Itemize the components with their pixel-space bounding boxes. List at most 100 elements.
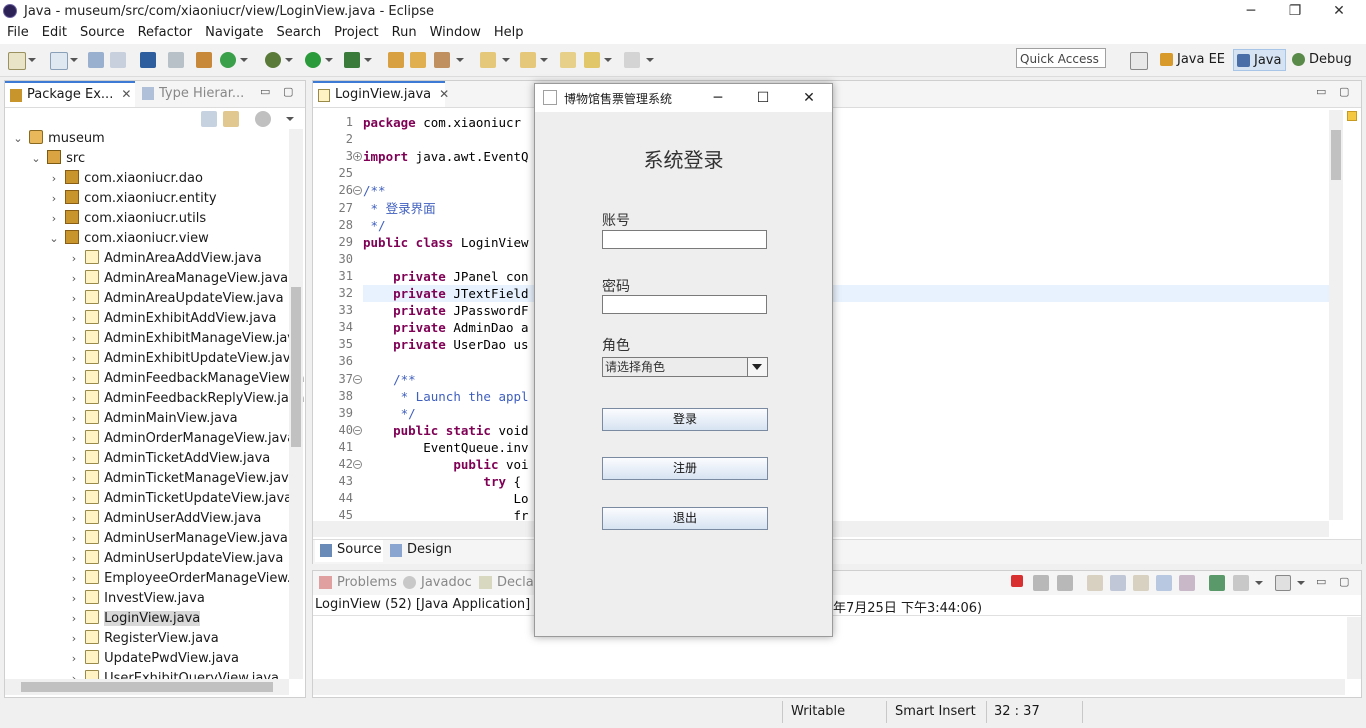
chevron-down-icon[interactable]: ⌄ bbox=[47, 229, 61, 249]
code-line[interactable]: private JPanel con bbox=[363, 268, 528, 285]
maximize-view-icon[interactable]: ▢ bbox=[283, 85, 293, 98]
forward-icon[interactable] bbox=[624, 52, 640, 68]
clear-console-icon[interactable] bbox=[1087, 575, 1103, 591]
console-vertical-scrollbar[interactable] bbox=[1347, 617, 1361, 679]
tree-file[interactable]: › AdminAreaAddView.java bbox=[67, 249, 262, 269]
debug-dropdown-icon[interactable] bbox=[285, 58, 293, 62]
back-icon[interactable] bbox=[584, 52, 600, 68]
tab-javadoc[interactable]: Javadoc bbox=[401, 571, 472, 595]
display-console-icon[interactable] bbox=[1233, 575, 1249, 591]
chevron-right-icon[interactable]: › bbox=[47, 189, 61, 209]
tab-problems[interactable]: Problems bbox=[317, 571, 397, 595]
collapse-all-icon[interactable] bbox=[201, 111, 217, 127]
package-icon[interactable] bbox=[196, 52, 212, 68]
last-edit-icon[interactable] bbox=[560, 52, 576, 68]
code-line[interactable]: public static void bbox=[363, 422, 528, 439]
next-annotation-icon[interactable] bbox=[480, 52, 496, 68]
login-button[interactable]: 登录 bbox=[602, 408, 768, 431]
remove-launch-icon[interactable] bbox=[1033, 575, 1049, 591]
new-icon[interactable] bbox=[8, 52, 26, 70]
code-line[interactable]: /** bbox=[363, 182, 386, 199]
menu-source[interactable]: Source bbox=[73, 24, 131, 42]
password-input[interactable] bbox=[602, 295, 767, 314]
new-java-dropdown-icon[interactable] bbox=[70, 58, 78, 62]
chevron-right-icon[interactable]: › bbox=[67, 529, 81, 549]
prev-annotation-icon[interactable] bbox=[520, 52, 536, 68]
tree-file[interactable]: › AdminFeedbackManageView.ja bbox=[67, 369, 305, 389]
fold-toggle-icon[interactable]: − bbox=[353, 425, 362, 435]
explorer-vertical-scrollbar[interactable] bbox=[289, 129, 303, 679]
menu-window[interactable]: Window bbox=[423, 24, 487, 42]
menu-run[interactable]: Run bbox=[385, 24, 423, 42]
chevron-right-icon[interactable]: › bbox=[67, 249, 81, 269]
chevron-right-icon[interactable]: › bbox=[67, 349, 81, 369]
tab-loginview-java[interactable]: LoginView.java ✕ bbox=[313, 81, 449, 107]
tab-design[interactable]: Design bbox=[385, 540, 453, 562]
code-line[interactable]: * Launch the appl bbox=[363, 388, 529, 405]
warning-overview-icon[interactable] bbox=[1347, 111, 1357, 121]
code-line[interactable]: * 登录界面 bbox=[363, 200, 436, 217]
tree-file[interactable]: › AdminMainView.java bbox=[67, 409, 238, 429]
code-line[interactable]: public class LoginView bbox=[363, 234, 529, 251]
refresh-icon[interactable] bbox=[220, 52, 236, 68]
restore-button[interactable]: ❐ bbox=[1272, 0, 1318, 24]
code-line[interactable]: */ bbox=[363, 217, 386, 234]
chevron-right-icon[interactable]: › bbox=[67, 669, 81, 679]
chevron-right-icon[interactable]: › bbox=[47, 209, 61, 229]
exit-button[interactable]: 退出 bbox=[602, 507, 768, 530]
chevron-right-icon[interactable]: › bbox=[67, 429, 81, 449]
dialog-minimize-button[interactable]: ─ bbox=[705, 87, 731, 109]
register-button[interactable]: 注册 bbox=[602, 457, 768, 480]
code-line[interactable]: */ bbox=[363, 405, 416, 422]
explorer-horizontal-scrollbar[interactable] bbox=[5, 679, 289, 695]
menu-file[interactable]: File bbox=[0, 24, 35, 42]
tree-file[interactable]: › InvestView.java bbox=[67, 589, 205, 609]
chevron-right-icon[interactable]: › bbox=[67, 449, 81, 469]
maximize-console-icon[interactable]: ▢ bbox=[1339, 575, 1349, 588]
quick-access-input[interactable]: Quick Access bbox=[1016, 48, 1106, 68]
fold-toggle-icon[interactable]: − bbox=[353, 460, 362, 469]
tree-file[interactable]: › AdminOrderManageView.java bbox=[67, 429, 295, 449]
fold-toggle-icon[interactable]: − bbox=[353, 186, 362, 196]
perspective-debug[interactable]: Debug bbox=[1289, 49, 1356, 71]
remove-all-icon[interactable] bbox=[1057, 575, 1073, 591]
perspective-java[interactable]: Java bbox=[1233, 49, 1287, 71]
view-menu-icon[interactable] bbox=[286, 117, 294, 121]
chevron-right-icon[interactable]: › bbox=[67, 269, 81, 289]
tab-declaration[interactable]: Declar bbox=[477, 571, 539, 595]
code-line[interactable]: EventQueue.inv bbox=[363, 439, 528, 456]
minimize-editor-icon[interactable]: ▭ bbox=[1316, 85, 1326, 98]
word-wrap-icon[interactable] bbox=[1133, 575, 1149, 591]
tree-file[interactable]: › AdminExhibitAddView.java bbox=[67, 309, 277, 329]
chevron-right-icon[interactable]: › bbox=[67, 489, 81, 509]
open-type-icon[interactable] bbox=[388, 52, 404, 68]
explorer-scroll-thumb[interactable] bbox=[291, 287, 301, 447]
code-line[interactable]: import java.awt.EventQ bbox=[363, 148, 529, 165]
dialog-close-button[interactable]: ✕ bbox=[796, 87, 822, 109]
fold-toggle-icon[interactable]: − bbox=[353, 374, 362, 384]
close-tab-icon[interactable]: ✕ bbox=[439, 87, 449, 101]
console-horizontal-scrollbar[interactable] bbox=[313, 679, 1345, 695]
console-icon[interactable] bbox=[140, 52, 156, 68]
code-line[interactable]: /** bbox=[363, 371, 416, 388]
tree-file[interactable]: › AdminFeedbackReplyView.java bbox=[67, 389, 305, 409]
chevron-right-icon[interactable]: › bbox=[67, 469, 81, 489]
open-perspective-icon[interactable] bbox=[1130, 52, 1148, 70]
code-line[interactable]: public voi bbox=[363, 456, 528, 473]
back-dropdown-icon[interactable] bbox=[604, 58, 612, 62]
tree-file[interactable]: › UserExhibitQueryView.java bbox=[67, 669, 279, 679]
chevron-right-icon[interactable]: › bbox=[67, 589, 81, 609]
chevron-right-icon[interactable]: › bbox=[47, 169, 61, 189]
tree-file[interactable]: › AdminAreaUpdateView.java bbox=[67, 289, 284, 309]
close-window-button[interactable]: ✕ bbox=[1316, 0, 1362, 24]
menu-refactor[interactable]: Refactor bbox=[131, 24, 199, 42]
tree-package-utils[interactable]: › com.xiaoniucr.utils bbox=[47, 209, 206, 229]
role-select[interactable]: 请选择角色 bbox=[602, 357, 768, 377]
code-line[interactable]: package com.xiaoniucr bbox=[363, 114, 521, 131]
display-console-dropdown-icon[interactable] bbox=[1255, 581, 1263, 585]
search-dropdown-icon[interactable] bbox=[456, 58, 464, 62]
chevron-right-icon[interactable]: › bbox=[67, 329, 81, 349]
terminate-icon[interactable] bbox=[1011, 575, 1023, 587]
close-tab-icon[interactable]: ✕ bbox=[121, 87, 131, 101]
chevron-right-icon[interactable]: › bbox=[67, 649, 81, 669]
